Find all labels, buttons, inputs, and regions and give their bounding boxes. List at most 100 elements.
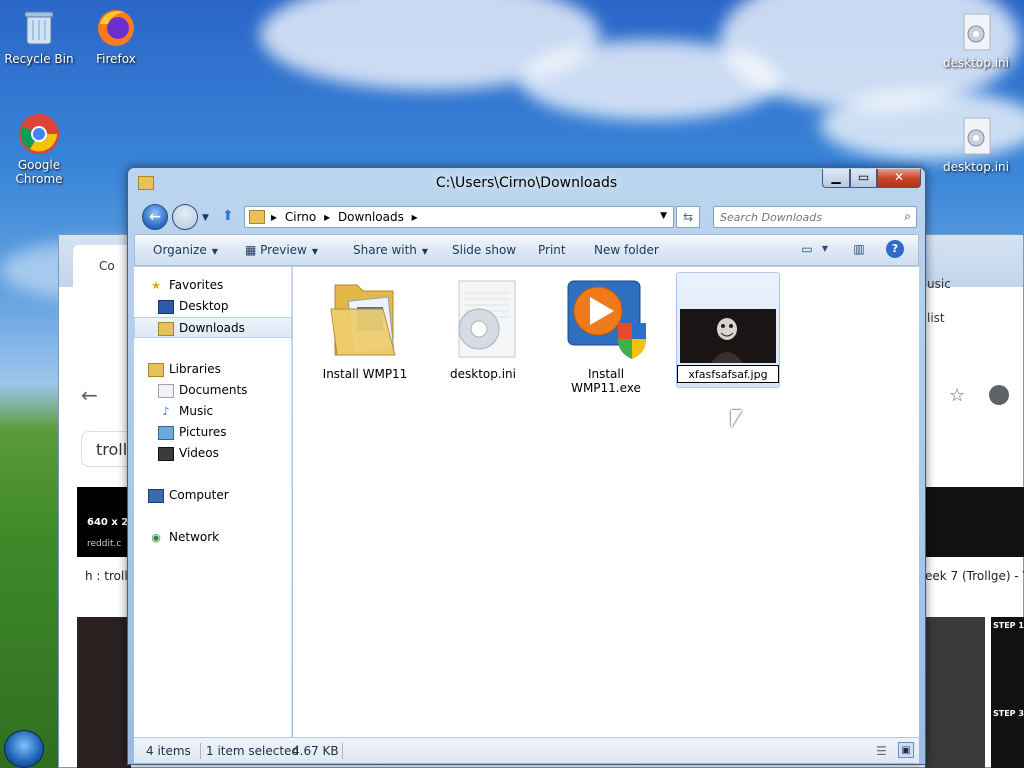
pictures-icon (158, 425, 174, 440)
slide-show-button[interactable]: Slide show (452, 235, 516, 265)
nav-videos[interactable]: Videos (134, 443, 292, 464)
start-button[interactable] (4, 730, 44, 768)
breadcrumb-separator-icon[interactable]: ▸ (271, 210, 277, 224)
slide-show-label: Slide show (452, 243, 517, 257)
status-bar: 4 items 1 item selected 4.67 KB ☰ ▣ (134, 737, 919, 763)
forward-button[interactable] (172, 204, 198, 230)
address-bar[interactable]: ▸ Cirno ▸ Downloads ▸ ▼ (244, 206, 674, 228)
back-button[interactable]: ← (142, 204, 168, 230)
new-folder-label: New folder (594, 243, 659, 257)
new-folder-button[interactable]: New folder (594, 235, 659, 265)
search-icon[interactable]: ⌕ (904, 209, 911, 224)
file-list[interactable]: Install WMP11 desktop.ini Install WMP11.… (293, 267, 919, 737)
details-view-icon[interactable]: ☰ (876, 738, 887, 764)
close-icon: ✕ (893, 170, 905, 184)
breadcrumb-separator-icon[interactable]: ▸ (324, 210, 330, 224)
nav-label: Libraries (169, 362, 221, 376)
print-button[interactable]: Print (538, 235, 566, 265)
desktop-icon-chrome[interactable]: Google Chrome (3, 112, 75, 186)
nav-computer[interactable]: Computer (134, 485, 292, 506)
nav-libraries[interactable]: Libraries (134, 359, 292, 380)
nav-label: Downloads (179, 321, 245, 335)
change-view-icon[interactable]: ▭ (798, 240, 816, 258)
settings-file-icon (954, 114, 998, 158)
preview-pane-icon[interactable]: ▥ (850, 240, 868, 258)
search-input[interactable] (720, 208, 890, 226)
image-result-card[interactable] (925, 617, 985, 768)
chevron-down-icon[interactable]: ▼ (816, 240, 834, 258)
file-item-xfasfsafsaf-jpg[interactable] (676, 272, 780, 388)
nav-desktop[interactable]: Desktop (134, 296, 292, 317)
organize-button[interactable]: Organize ▼ (153, 235, 218, 267)
settings-file-icon (435, 273, 531, 365)
nav-music[interactable]: ♪ Music (134, 401, 292, 422)
network-icon: ◉ (151, 530, 161, 544)
videos-icon (158, 446, 174, 461)
file-item-install-wmp11-exe[interactable]: Install WMP11.exe (554, 273, 658, 395)
nav-favorites[interactable]: ★ Favorites (134, 275, 292, 296)
file-name: desktop.ini (450, 367, 516, 381)
step-label: STEP 3: T (993, 709, 1024, 718)
firefox-icon (94, 6, 138, 50)
image-result-card[interactable] (77, 617, 131, 768)
file-item-desktop-ini[interactable]: desktop.ini (431, 273, 535, 381)
recent-pages-dropdown[interactable]: ▼ (202, 213, 209, 223)
preview-label: Preview (260, 243, 307, 257)
help-icon[interactable]: ? (886, 240, 904, 258)
breadcrumb-item[interactable]: Cirno (285, 210, 316, 224)
organize-label: Organize (153, 243, 207, 257)
window-title: C:\Users\Cirno\Downloads (435, 175, 618, 191)
share-with-button[interactable]: Share with ▼ (353, 235, 428, 267)
desktop-icon-label: desktop.ini (943, 160, 1009, 174)
rename-field[interactable] (677, 365, 779, 383)
nav-label: Computer (169, 488, 229, 502)
desktop-icon-desktop-ini-2[interactable]: desktop.ini (940, 114, 1012, 174)
refresh-button[interactable]: ⇆ (676, 206, 700, 228)
image-result-card[interactable] (925, 487, 1024, 557)
desktop-icon-firefox[interactable]: Firefox (80, 6, 152, 66)
nav-network[interactable]: ◉ Network (134, 527, 292, 548)
chrome-search-box[interactable]: trollg (81, 431, 137, 467)
print-label: Print (538, 243, 566, 257)
large-icons-view-icon[interactable]: ▣ (898, 742, 914, 758)
bookmark-star-icon[interactable]: ☆ (949, 385, 965, 406)
result-caption[interactable]: eek 7 (Trollge) - Yo (925, 569, 1024, 583)
nav-label: Favorites (169, 278, 224, 292)
search-box[interactable]: ⌕ (713, 206, 917, 228)
nav-downloads[interactable]: Downloads (134, 317, 292, 338)
recycle-bin-icon (17, 6, 61, 50)
item-count: 4 items (146, 744, 191, 758)
preview-button[interactable]: ▦ Preview ▼ (245, 235, 318, 267)
image-thumbnail (680, 309, 776, 363)
up-arrow-icon[interactable]: ⬆ (222, 208, 234, 224)
nav-label: Desktop (179, 299, 229, 313)
profile-icon[interactable] (989, 385, 1009, 405)
maximize-button[interactable]: ▭ (850, 169, 877, 188)
nav-pictures[interactable]: Pictures (134, 422, 292, 443)
close-button[interactable]: ✕ (877, 169, 921, 188)
settings-file-icon (954, 10, 998, 54)
back-arrow-icon[interactable]: ← (81, 383, 98, 407)
desktop-icon-recycle-bin[interactable]: Recycle Bin (3, 6, 75, 66)
nav-documents[interactable]: Documents (134, 380, 292, 401)
refresh-icon: ⇆ (682, 210, 694, 224)
file-name: Install WMP11 (322, 367, 408, 381)
image-result-card[interactable]: STEP 1: T STEP 3: T (991, 617, 1024, 768)
step-label: STEP 1: T (993, 621, 1024, 630)
desktop-icon-desktop-ini[interactable]: desktop.ini (940, 10, 1012, 70)
breadcrumb-separator-icon[interactable]: ▸ (412, 210, 418, 224)
music-icon: ♪ (162, 404, 170, 418)
address-dropdown-icon[interactable]: ▼ (660, 211, 667, 221)
file-item-install-wmp11[interactable]: Install WMP11 (313, 273, 417, 381)
minimize-button[interactable]: ▁ (822, 169, 850, 188)
breadcrumb: ▸ Cirno ▸ Downloads ▸ (271, 207, 422, 227)
image-result-card[interactable]: 640 x 2 reddit.c (77, 487, 129, 557)
explorer-window[interactable]: C:\Users\Cirno\Downloads ▁ ▭ ✕ ← ▼ ⬆ ▸ C… (127, 167, 926, 765)
image-size-label: 640 x 2 (87, 517, 129, 528)
breadcrumb-item[interactable]: Downloads (338, 210, 404, 224)
maximize-icon: ▭ (857, 170, 870, 184)
desktop-icon-label: Recycle Bin (4, 52, 74, 66)
chevron-down-icon: ▼ (211, 247, 218, 256)
chrome-partial-text: list (927, 311, 945, 325)
chevron-down-icon: ▼ (311, 247, 319, 256)
